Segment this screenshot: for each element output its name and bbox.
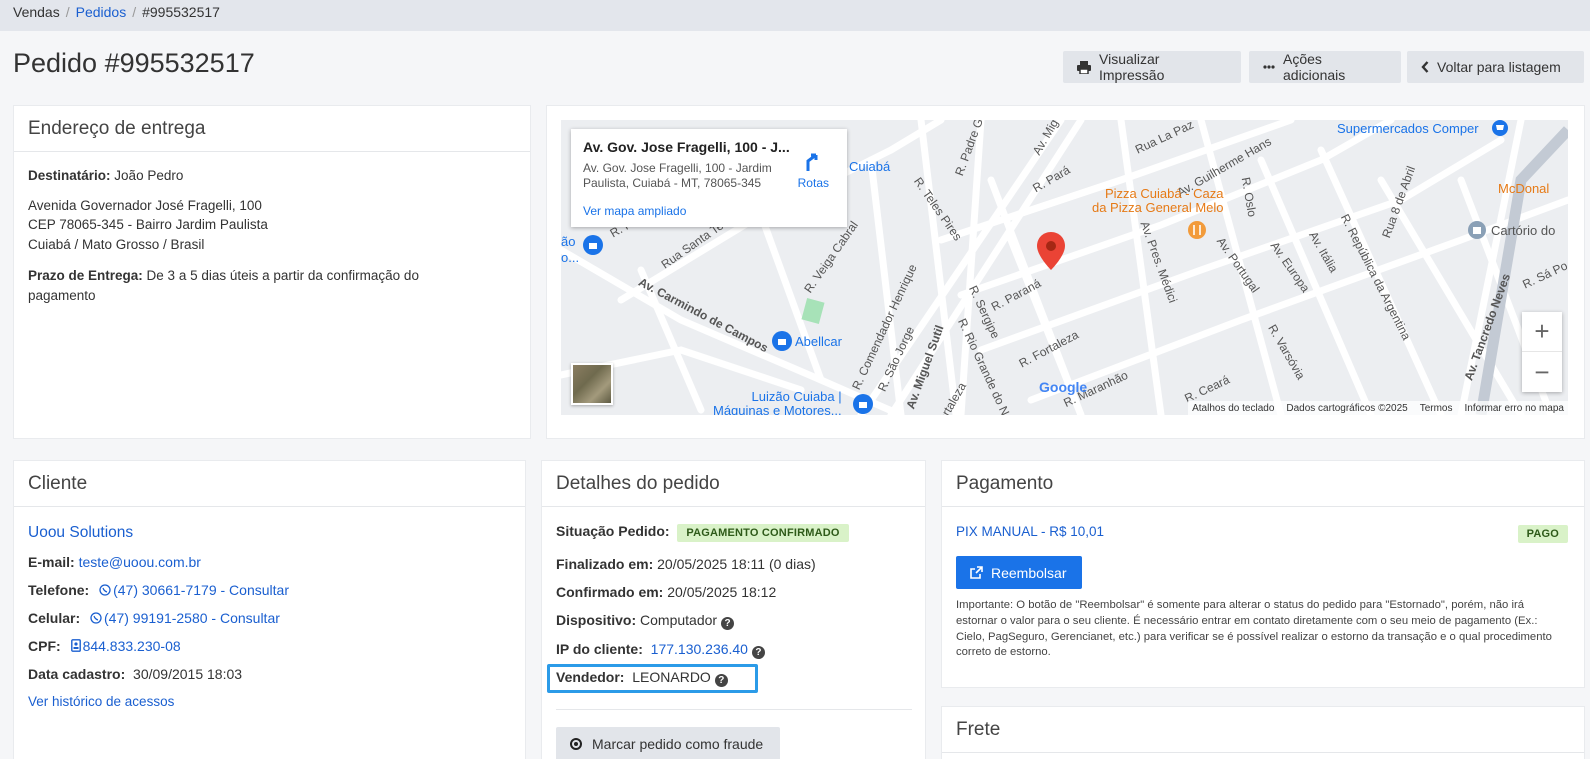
payment-card: Pagamento PIX MANUAL - R$ 10,01 PAGO Ree… — [941, 460, 1585, 688]
order-status-row: Situação Pedido: PAGAMENTO CONFIRMADO — [556, 523, 849, 542]
zoom-in-button[interactable]: + — [1522, 312, 1562, 352]
shipping-card-title: Frete — [942, 707, 1584, 753]
id-card-icon — [70, 639, 81, 652]
terms-link[interactable]: Termos — [1420, 403, 1453, 414]
zoom-control: + − — [1522, 312, 1562, 392]
delivery-address-card: Endereço de entrega Destinatário: João P… — [13, 105, 531, 439]
printer-icon — [1077, 60, 1091, 74]
address-line: CEP 78065-345 - Bairro Jardim Paulista — [28, 217, 268, 233]
google-logo: Google — [1039, 379, 1088, 395]
delivery-card-title: Endereço de entrega — [14, 106, 530, 152]
confirmed-row: Confirmado em: 20/05/2025 18:12 — [556, 584, 777, 600]
zoom-out-button[interactable]: − — [1522, 352, 1562, 392]
directions-button[interactable]: Rotas — [798, 151, 829, 190]
report-error-link[interactable]: Informar erro no mapa — [1465, 403, 1565, 414]
poi-partial: ão o... — [561, 234, 580, 265]
client-ip-row: IP do cliente: 177.130.236.40? — [556, 641, 765, 659]
help-icon[interactable]: ? — [721, 617, 735, 630]
restaurant-icon — [1188, 221, 1206, 244]
order-status-badge: PAGAMENTO CONFIRMADO — [677, 524, 849, 542]
breadcrumb-pedidos[interactable]: Pedidos — [76, 4, 127, 20]
address-block: Avenida Governador José Fragelli, 100 CE… — [28, 196, 516, 255]
divider — [556, 709, 912, 710]
address-line: Cuiabá / Mato Grosso / Brasil — [28, 236, 205, 252]
landmark-icon — [1468, 221, 1486, 244]
back-label: Voltar para listagem — [1437, 59, 1561, 75]
mark-fraud-button[interactable]: Marcar pedido como fraude — [556, 727, 780, 759]
shop-icon — [583, 235, 603, 260]
shipping-card: Frete — [941, 706, 1585, 759]
client-cpf-link[interactable]: 844.833.230-08 — [65, 638, 181, 654]
location-pin-icon[interactable] — [1037, 232, 1065, 275]
poi-cartorio[interactable]: Cartório do — [1491, 223, 1555, 238]
map[interactable]: Av. Carmindo de Campos Rua Santa Te R. V… — [561, 120, 1568, 415]
map-info-popup: Av. Gov. Jose Fragelli, 100 - J... Av. G… — [571, 129, 847, 227]
whatsapp-icon — [90, 612, 102, 624]
external-link-icon — [970, 566, 983, 579]
breadcrumb-separator: / — [65, 4, 70, 20]
help-icon[interactable]: ? — [714, 674, 728, 687]
recipient-name: João Pedro — [114, 168, 184, 183]
poi-supermarket[interactable]: Supermercados Comper — [1337, 121, 1479, 136]
order-card-title: Detalhes do pedido — [542, 461, 925, 507]
client-ip-link[interactable]: 177.130.236.40 — [651, 641, 748, 657]
directions-icon — [806, 153, 818, 171]
seller-row: Vendedor: LEONARDO? — [556, 669, 728, 687]
breadcrumb-separator: / — [132, 4, 137, 20]
payment-method-link[interactable]: PIX MANUAL - R$ 10,01 — [956, 524, 1104, 539]
ellipsis-icon — [1263, 65, 1275, 69]
chevron-left-icon — [1421, 61, 1429, 73]
back-to-list-button[interactable]: Voltar para listagem — [1407, 51, 1584, 83]
refund-button[interactable]: Reembolsar — [956, 556, 1082, 589]
order-details-card: Detalhes do pedido Situação Pedido: PAGA… — [541, 460, 926, 759]
payment-card-title: Pagamento — [942, 461, 1584, 507]
poi-label: Cuiabá — [849, 159, 891, 174]
breadcrumb-current: #995532517 — [142, 4, 220, 20]
refund-note: Importante: O botão de "Reembolsar" é so… — [956, 599, 1552, 659]
poi-pizza[interactable]: Pizza Cuiabá - Caza da Pizza General Melo — [1092, 187, 1224, 214]
page-title: Pedido #995532517 — [13, 48, 255, 78]
satellite-toggle[interactable] — [571, 363, 613, 405]
payment-status-badge: PAGO — [1517, 525, 1568, 543]
help-icon[interactable]: ? — [751, 646, 765, 659]
poi-luizao[interactable]: Luizão Cuiaba | Máquinas e Motores... — [713, 390, 842, 415]
breadcrumb-vendas[interactable]: Vendas — [13, 4, 60, 20]
address-line: Avenida Governador José Fragelli, 100 — [28, 197, 262, 213]
client-email-link[interactable]: teste@uoou.com.br — [79, 554, 201, 570]
client-signup-row: Data cadastro: 30/09/2015 18:03 — [28, 666, 243, 682]
client-email-row: E-mail: teste@uoou.com.br — [28, 554, 201, 570]
whatsapp-icon — [99, 584, 111, 596]
cart-icon — [1492, 120, 1508, 141]
breadcrumb: Vendas / Pedidos / #995532517 — [0, 0, 1590, 31]
keyboard-shortcuts-link[interactable]: Atalhos do teclado — [1192, 403, 1274, 414]
more-actions-label: Ações adicionais — [1283, 51, 1346, 83]
map-data-label: Dados cartográficos ©2025 — [1286, 402, 1408, 414]
delivery-deadline: Prazo de Entrega: De 3 a 5 dias úteis a … — [28, 268, 419, 303]
poi-abellcar[interactable]: Abellcar — [795, 334, 842, 349]
popup-address: Av. Gov. Jose Fragelli, 100 - Jardim Pau… — [583, 161, 772, 190]
print-button[interactable]: Visualizar Impressão — [1063, 51, 1241, 83]
seller-name: LEONARDO — [632, 669, 711, 685]
view-larger-map-link[interactable]: Ver mapa ampliado — [583, 204, 686, 218]
shop-icon — [772, 331, 792, 356]
client-mobile-row: Celular: (47) 99191-2580 - Consultar — [28, 610, 280, 626]
poi-mcdonalds[interactable]: McDonal — [1498, 181, 1549, 196]
client-cpf-row: CPF: 844.833.230-08 — [28, 638, 181, 654]
map-attribution: Atalhos do teclado Dados cartográficos ©… — [1188, 401, 1568, 415]
client-name-link[interactable]: Uoou Solutions — [28, 524, 133, 542]
shop-icon — [853, 394, 873, 415]
client-mobile-link[interactable]: (47) 99191-2580 - Consultar — [84, 610, 280, 626]
print-label: Visualizar Impressão — [1099, 51, 1165, 83]
client-phone-link[interactable]: (47) 30661-7179 - Consultar — [93, 582, 289, 598]
more-actions-button[interactable]: Ações adicionais — [1249, 51, 1401, 83]
client-card: Cliente Uoou Solutions E-mail: teste@uoo… — [13, 460, 526, 759]
client-phone-row: Telefone: (47) 30661-7179 - Consultar — [28, 582, 289, 598]
device-row: Dispositivo: Computador? — [556, 612, 735, 630]
client-card-title: Cliente — [14, 461, 525, 507]
access-history-link[interactable]: Ver histórico de acessos — [28, 694, 174, 709]
finished-row: Finalizado em: 20/05/2025 18:11 (0 dias) — [556, 556, 816, 572]
dot-circle-icon — [570, 738, 582, 750]
recipient-row: Destinatário: João Pedro — [28, 168, 184, 183]
